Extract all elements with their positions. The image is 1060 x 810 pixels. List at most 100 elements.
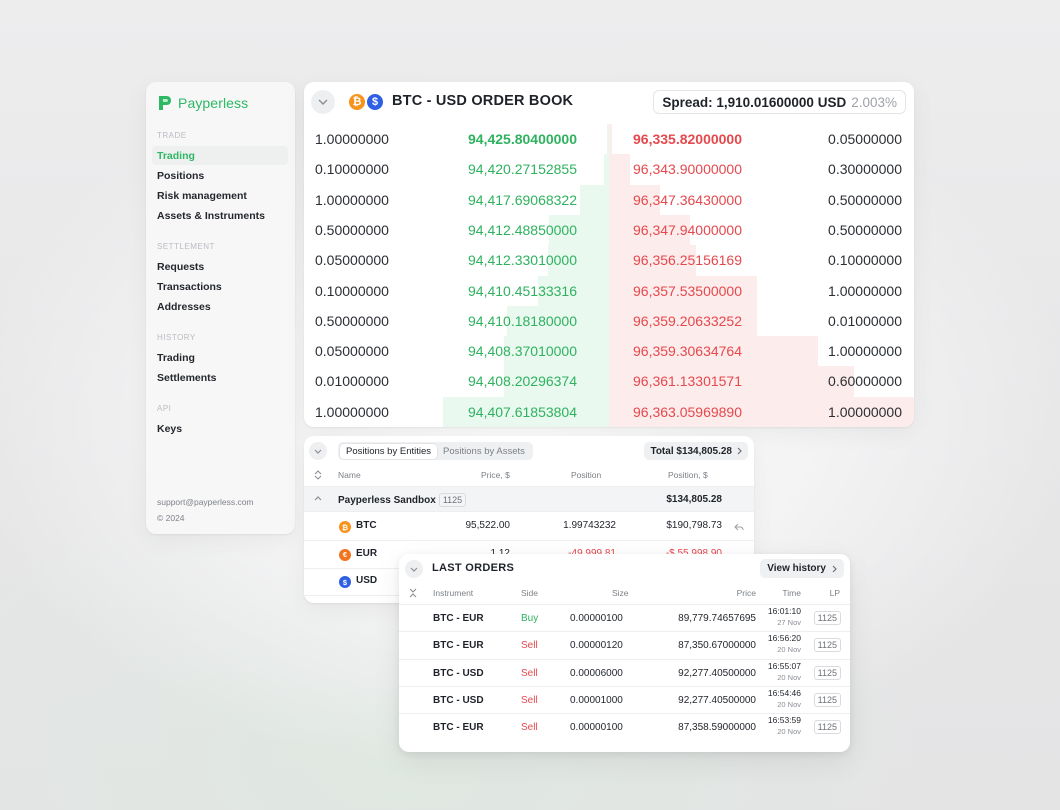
order-row[interactable]: BTC - EUR Buy 0.00000100 89,779.74657695 16:… [399, 604, 850, 631]
sidebar: Payperless TRADE Trading Positions Risk … [146, 82, 295, 534]
asset-position-usd: $190,798.73 [666, 520, 722, 531]
order-book-row[interactable]: 0.05000000 94,408.37010000 96,359.30634764… [304, 336, 914, 366]
order-time: 16:55:07 [767, 660, 801, 671]
column-header-time[interactable]: Time [782, 588, 801, 598]
order-instrument: BTC - USD [433, 667, 484, 679]
app-name: Payperless [178, 95, 249, 111]
sidebar-item-keys[interactable]: Keys [157, 423, 182, 435]
order-side: Sell [521, 640, 538, 652]
sidebar-item-risk-management[interactable]: Risk management [157, 190, 247, 202]
column-header-price[interactable]: Price [737, 588, 756, 598]
order-date: 27 Nov [777, 618, 801, 627]
ask-price: 96,343.90000000 [633, 161, 742, 178]
total-label: Total $134,805.28 [650, 445, 732, 457]
bid-price: 94,410.18180000 [468, 312, 577, 329]
chevron-down-icon [410, 567, 418, 572]
collapse-button[interactable] [405, 560, 423, 578]
order-book-row[interactable]: 1.00000000 94,417.69068322 96,347.36430000… [304, 185, 914, 215]
column-header-position[interactable]: Position [571, 470, 601, 480]
bid-price: 94,420.27152855 [468, 161, 577, 178]
column-header-name[interactable]: Name [338, 470, 361, 480]
sidebar-item-assets-instruments[interactable]: Assets & Instruments [157, 210, 265, 222]
order-book-row[interactable]: 0.10000000 94,420.27152855 96,343.90000000… [304, 154, 914, 184]
asset-name: USD [356, 575, 378, 586]
order-size: 0.00000100 [570, 613, 623, 624]
view-history-label: View history [767, 563, 826, 574]
bid-size: 1.00000000 [315, 403, 389, 420]
chevron-right-icon [737, 447, 742, 455]
sidebar-item-settlements[interactable]: Settlements [157, 372, 217, 384]
column-header-side[interactable]: Side [521, 588, 538, 598]
ask-size: 0.30000000 [828, 161, 902, 178]
order-book-row[interactable]: 0.01000000 94,408.20296374 96,361.13301571… [304, 366, 914, 396]
sidebar-item-positions[interactable]: Positions [157, 170, 204, 182]
order-instrument: BTC - USD [433, 694, 484, 706]
total-button[interactable]: Total $134,805.28 [644, 442, 748, 460]
ask-price: 96,347.94000000 [633, 221, 742, 238]
app-logo[interactable]: Payperless [158, 95, 248, 111]
order-book-row[interactable]: 0.50000000 94,410.18180000 96,359.20633252… [304, 306, 914, 336]
tab-positions-by-entities[interactable]: Positions by Entities [340, 443, 438, 459]
tab-positions-by-assets[interactable]: Positions by Assets [437, 444, 531, 459]
bid-size: 1.00000000 [315, 191, 389, 208]
order-row[interactable]: BTC - USD Sell 0.00001000 92,277.40500000 16… [399, 685, 850, 713]
bid-size: 0.05000000 [315, 343, 389, 360]
column-header-price[interactable]: Price, $ [481, 470, 510, 480]
order-time: 16:01:10 [767, 606, 801, 616]
order-time: 16:53:59 [767, 715, 801, 726]
sidebar-item-trading[interactable]: Trading [157, 150, 195, 162]
bid-price: 94,408.20296374 [468, 373, 577, 390]
entity-badge: 1125 [438, 493, 467, 507]
btc-coin-icon: ₿ [348, 93, 366, 111]
view-history-button[interactable]: View history [760, 559, 844, 578]
ask-price: 96,361.13301571 [633, 373, 742, 390]
positions-tab-group: Positions by Entities Positions by Asset… [338, 442, 533, 460]
order-row[interactable]: BTC - EUR Sell 0.00000120 87,350.67000000 16… [399, 631, 850, 658]
collapse-button[interactable] [309, 442, 327, 460]
column-header-position-usd[interactable]: Position, $ [668, 470, 708, 480]
bid-size: 0.01000000 [315, 373, 389, 390]
column-header-instrument[interactable]: Instrument [433, 588, 473, 598]
order-size: 0.00006000 [570, 667, 623, 679]
order-book-row[interactable]: 0.50000000 94,412.48850000 96,347.94000000… [304, 215, 914, 245]
chevron-up-icon[interactable] [314, 496, 322, 501]
entity-total-value: $134,805.28 [666, 494, 722, 505]
bid-size: 0.10000000 [315, 161, 389, 178]
sidebar-item-requests[interactable]: Requests [157, 261, 204, 273]
sort-icon[interactable] [314, 470, 322, 480]
order-side: Sell [521, 667, 538, 679]
sidebar-section-api: API [157, 404, 172, 413]
reply-icon[interactable] [734, 523, 744, 531]
entity-group-row[interactable]: Payperless Sandbox 1125 $134,805.28 [304, 486, 754, 512]
eur-coin-icon: € [339, 548, 351, 561]
sidebar-item-transactions[interactable]: Transactions [157, 281, 222, 293]
column-header-lp[interactable]: LP [830, 588, 840, 598]
order-instrument: BTC - EUR [433, 613, 484, 624]
payperless-logo-icon [159, 96, 171, 110]
order-book-panel: ₿ $ BTC - USD ORDER BOOK Spread: 1,910.0… [304, 82, 914, 427]
column-header-size[interactable]: Size [612, 588, 629, 598]
position-row[interactable]: ₿ BTC 95,522.00 1.99743232 $190,798.73 [304, 514, 754, 541]
ask-price: 96,359.30634764 [633, 343, 742, 360]
order-price: 87,358.59000000 [678, 722, 756, 734]
sidebar-item-addresses[interactable]: Addresses [157, 301, 211, 313]
order-lp-badge: 1125 [813, 611, 841, 625]
copyright: © 2024 [157, 513, 185, 523]
order-book-row[interactable]: 1.00000000 94,425.80400000 96,335.82000000… [304, 124, 914, 154]
support-email-link[interactable]: support@payperless.com [157, 497, 254, 507]
order-book-row[interactable]: 0.05000000 94,412.33010000 96,356.25156169… [304, 245, 914, 275]
order-book-row[interactable]: 0.10000000 94,410.45133316 96,357.53500000… [304, 276, 914, 306]
order-row[interactable]: BTC - EUR Sell 0.00000100 87,358.59000000 16… [399, 713, 850, 740]
ask-price: 96,363.05969890 [633, 403, 742, 420]
collapse-button[interactable] [311, 90, 335, 114]
entity-name: Payperless Sandbox 1125 [338, 493, 467, 507]
sidebar-item-history-trading[interactable]: Trading [157, 352, 195, 364]
order-row[interactable]: BTC - USD Sell 0.00006000 92,277.40500000 16… [399, 658, 850, 686]
spread-value: Spread: 1,910.01600000 USD [662, 94, 847, 110]
ask-size: 1.00000000 [828, 343, 902, 360]
bid-price: 94,425.80400000 [468, 131, 577, 147]
asset-name: EUR [356, 547, 378, 559]
collapse-all-icon[interactable] [409, 588, 417, 598]
usd-coin-icon: $ [339, 576, 351, 588]
order-book-row[interactable]: 1.00000000 94,407.61853804 96,363.05969890… [304, 397, 914, 427]
